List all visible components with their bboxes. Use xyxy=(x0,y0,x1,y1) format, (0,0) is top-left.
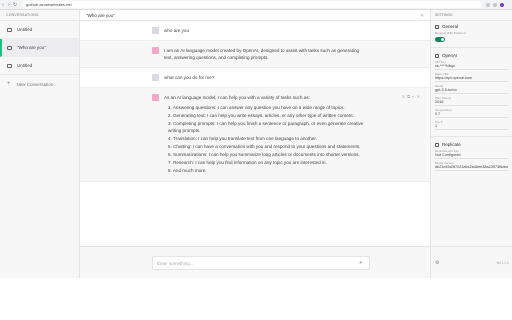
replicate-icon xyxy=(435,142,439,147)
backend-toggle[interactable] xyxy=(435,37,445,42)
composer: Enter something... ➤ xyxy=(80,246,430,278)
list-item: 2. Generating text: I can help you write… xyxy=(168,113,354,118)
chat-title: "Who are you" xyxy=(86,12,115,18)
capability-list: 1. Answering questions: I can answer any… xyxy=(164,104,369,174)
list-item: 3. Completing prompts: I can help you fi… xyxy=(168,121,364,133)
conversation-label: "Who are you" xyxy=(17,45,46,50)
user-avatar xyxy=(152,74,159,81)
message-list: who are you I am an AI language model cr… xyxy=(80,21,430,246)
conversation-label: Untitled xyxy=(17,27,33,32)
openai-section: OpenAI API Key sk-****Nbqx Base URL http… xyxy=(431,50,512,134)
input-placeholder: Enter something... xyxy=(157,260,194,266)
delete-icon[interactable]: ✕ xyxy=(417,93,420,100)
plus-icon: + xyxy=(7,81,11,87)
extension-icon[interactable] xyxy=(486,2,490,7)
divider xyxy=(431,136,512,137)
list-item: 6. Summarizations: I can help you summar… xyxy=(168,152,360,157)
settings-header: SETTINGS xyxy=(431,10,512,21)
message-body: As an AI language model, I can help you … xyxy=(164,94,369,175)
chat-icon xyxy=(7,63,12,68)
model-field[interactable]: gpt-3.5-turbo xyxy=(435,88,508,94)
new-conversation-button[interactable]: + New Conversation xyxy=(0,75,79,93)
assistant-message: I am an AI language model created by Ope… xyxy=(80,41,430,68)
api-key-field[interactable]: sk-****Nbqx xyxy=(435,64,508,70)
new-conversation-label: New Conversation xyxy=(16,81,54,87)
user-message: who are you xyxy=(80,21,430,41)
message-text: I am an AI language model created by Ope… xyxy=(164,48,360,60)
general-section: General Request With Backend xyxy=(431,21,512,45)
chat-icon xyxy=(7,45,12,50)
base-url-field[interactable]: https://api.openai.com xyxy=(435,76,508,82)
browser-toolbar: ‹ › ↻ gothub.azurewebsites.net xyxy=(0,0,512,10)
conversation-sidebar: CONVERSATIONS Untitled "Who are you" Unt… xyxy=(0,10,80,278)
reload-icon[interactable]: ↻ xyxy=(12,2,18,8)
send-icon[interactable]: ➤ xyxy=(359,260,363,266)
conversation-item[interactable]: Untitled xyxy=(0,57,79,75)
message-intro: As an AI language model, I can help you … xyxy=(164,95,310,100)
chat-panel: "Who are you" ✎ who are you I am an AI l… xyxy=(80,10,430,278)
message-tools: ↻ ⧉ ‹› ✕ xyxy=(402,93,420,100)
max-tokens-field[interactable]: 2048 xyxy=(435,100,508,106)
gear-icon[interactable]: ⚙ xyxy=(435,260,439,266)
list-item: 1. Answering questions: I can answer any… xyxy=(168,105,345,110)
bookmark-icon[interactable] xyxy=(493,2,497,7)
assistant-avatar xyxy=(152,94,159,101)
general-title-text: General xyxy=(442,24,459,29)
replicate-title: Replicate xyxy=(435,142,508,147)
settings-panel: SETTINGS General Request With Backend Op… xyxy=(430,10,512,278)
replicate-title-text: Replicate xyxy=(442,142,461,147)
chat-header: "Who are you" ✎ xyxy=(80,10,430,21)
copy-icon[interactable]: ⧉ xyxy=(407,93,410,100)
user-message: what can you do for me? xyxy=(80,68,430,88)
general-title: General xyxy=(435,24,508,29)
list-item: 8. And much more. xyxy=(168,168,207,173)
conversation-item-active[interactable]: "Who are you" xyxy=(0,39,79,57)
user-avatar xyxy=(152,27,159,34)
model-version-field[interactable]: db21e45d3f7023abc2a46ee38a23973f6dce16bb… xyxy=(435,165,508,171)
openai-title: OpenAI xyxy=(435,53,508,58)
code-icon[interactable]: ‹› xyxy=(412,93,415,100)
message-input[interactable]: Enter something... ➤ xyxy=(152,256,370,270)
temperature-field[interactable]: 0.7 xyxy=(435,112,508,118)
openai-icon xyxy=(435,53,439,58)
backend-toggle-label: Request With Backend xyxy=(435,31,466,35)
assistant-message: As an AI language model, I can help you … xyxy=(80,88,430,182)
address-bar[interactable]: gothub.azurewebsites.net xyxy=(22,1,482,8)
message-text: who are you xyxy=(164,28,190,33)
sidebar-header: CONVERSATIONS xyxy=(0,10,79,21)
url-text: gothub.azurewebsites.net xyxy=(26,2,72,7)
profile-avatar[interactable] xyxy=(500,2,504,7)
message-text: what can you do for me? xyxy=(164,75,215,80)
top-p-field[interactable]: 1 xyxy=(435,124,508,130)
replicate-key-field[interactable]: Not Configured xyxy=(435,153,508,159)
regenerate-icon[interactable]: ↻ xyxy=(402,93,405,100)
general-icon xyxy=(435,24,439,29)
list-item: 7. Research: I can help you find informa… xyxy=(168,160,327,165)
replicate-section: Replicate Replicate API Key Not Configur… xyxy=(431,139,512,175)
edit-title-icon[interactable]: ✎ xyxy=(420,13,424,19)
version-text: Ver 1.0.0 xyxy=(496,260,509,265)
assistant-avatar xyxy=(152,47,159,54)
list-item: 4. Translation: I can help you translate… xyxy=(168,136,317,141)
app-window: CONVERSATIONS Untitled "Who are you" Unt… xyxy=(0,10,512,278)
settings-footer: ⚙ Ver 1.0.0 xyxy=(431,246,512,278)
conversation-item[interactable]: Untitled xyxy=(0,21,79,39)
conversation-label: Untitled xyxy=(17,63,33,68)
divider xyxy=(431,47,512,48)
openai-title-text: OpenAI xyxy=(442,53,458,58)
chat-icon xyxy=(7,27,12,32)
list-item: 5. Chatting: I can have a conversation w… xyxy=(168,144,361,149)
